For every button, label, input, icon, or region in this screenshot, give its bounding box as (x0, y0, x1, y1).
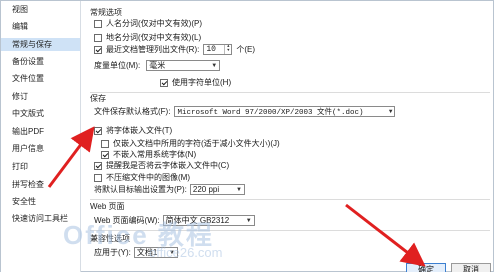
embed-only-used-label: 仅嵌入文档中所用的字符(适于减小文件大小)(J) (113, 139, 280, 148)
option-recent-files[interactable]: 最近文档管理列出文件(R): 10 ▲ ▼ 个(E) (94, 44, 255, 55)
option-use-char-unit[interactable]: 使用字符单位(H) (160, 77, 231, 88)
no-compress-label: 不压缩文件中的图像(M) (106, 173, 190, 182)
use-char-unit-label: 使用字符单位(H) (172, 78, 232, 87)
target-output-label: 将默认目标输出设置为(P): (94, 185, 187, 194)
no-compress-checkbox[interactable] (94, 173, 102, 182)
dropdown-arrow-icon: ▼ (211, 62, 218, 69)
divider (90, 199, 490, 200)
default-format-label: 文件保存默认格式(F): (94, 107, 171, 116)
section-title-general: 常规选项 (90, 8, 122, 17)
measure-unit-select[interactable]: 毫米 ▼ (146, 60, 221, 71)
person-name-checkbox[interactable] (94, 19, 102, 28)
dropdown-arrow-icon: ▼ (388, 108, 393, 115)
measure-unit-row: 度量单位(M): 毫米 ▼ (94, 60, 221, 71)
sidebar-item-export-pdf[interactable]: 输出PDF (1, 125, 80, 138)
person-name-label: 人名分词(仅对中文有效)(P) (106, 19, 202, 28)
no-common-fonts-checkbox[interactable] (101, 150, 109, 159)
default-format-value: Microsoft Word 97/2000/XP/2003 文件(*.doc) (177, 109, 364, 117)
no-common-fonts-label: 不嵌入常用系统字体(N) (113, 150, 197, 159)
cloud-fonts-label: 提醒我是否将云字体嵌入文件中(C) (106, 161, 230, 170)
default-format-select[interactable]: Microsoft Word 97/2000/XP/2003 文件(*.doc)… (174, 106, 396, 117)
measure-unit-value: 毫米 (149, 61, 166, 70)
sidebar-item-revision[interactable]: 修订 (1, 90, 80, 103)
dropdown-arrow-icon: ▼ (245, 217, 252, 224)
recent-files-suffix: 个(E) (236, 45, 255, 54)
cloud-fonts-checkbox[interactable] (94, 161, 102, 170)
recent-files-stepper[interactable]: 10 ▲ ▼ (203, 44, 233, 55)
sidebar-item-security[interactable]: 安全性 (1, 195, 80, 208)
embed-fonts-checkbox[interactable] (94, 126, 102, 135)
use-char-unit-checkbox[interactable] (160, 78, 168, 87)
option-embed-fonts[interactable]: 将字体嵌入文件(T) (94, 125, 172, 136)
sidebar-item-general-save[interactable]: 常规与保存 (1, 38, 80, 51)
dropdown-arrow-icon: ▼ (235, 186, 242, 193)
divider (90, 92, 490, 93)
spin-down-icon[interactable]: ▼ (225, 49, 231, 53)
option-embed-only-used[interactable]: 仅嵌入文档中所用的字符(适于减小文件大小)(J) (101, 138, 280, 149)
sidebar-item-view[interactable]: 视图 (1, 3, 80, 16)
option-cloud-fonts[interactable]: 提醒我是否将云字体嵌入文件中(C) (94, 160, 229, 171)
default-format-row: 文件保存默认格式(F): Microsoft Word 97/2000/XP/2… (94, 106, 396, 117)
place-name-label: 地名分词(仅对中文有效)(L) (106, 33, 202, 42)
ok-button[interactable]: 确定 (406, 263, 446, 272)
section-title-web: Web 页面 (90, 202, 125, 211)
options-dialog: 视图 编辑 常规与保存 备份设置 文件位置 修订 中文版式 输出PDF 用户信息… (0, 0, 494, 272)
target-output-row: 将默认目标输出设置为(P): 220 ppi ▼ (94, 184, 245, 195)
recent-files-checkbox[interactable] (94, 45, 102, 54)
option-no-common-fonts[interactable]: 不嵌入常用系统字体(N) (101, 149, 196, 160)
option-person-name[interactable]: 人名分词(仅对中文有效)(P) (94, 18, 202, 29)
option-no-compress[interactable]: 不压缩文件中的图像(M) (94, 172, 190, 183)
sidebar-item-spell-check[interactable]: 拼写检查 (1, 178, 80, 191)
target-output-select[interactable]: 220 ppi ▼ (189, 184, 245, 195)
section-title-save: 保存 (90, 94, 106, 103)
sidebar-item-user-info[interactable]: 用户信息 (1, 142, 80, 155)
sidebar-item-chinese-layout[interactable]: 中文版式 (1, 107, 80, 120)
measure-unit-label: 度量单位(M): (94, 61, 141, 70)
embed-fonts-label: 将字体嵌入文件(T) (106, 126, 173, 135)
sidebar-item-print[interactable]: 打印 (1, 160, 80, 173)
recent-files-label: 最近文档管理列出文件(R): (106, 45, 200, 54)
sidebar-item-file-location[interactable]: 文件位置 (1, 72, 80, 85)
watermark-url: office26.com (149, 245, 223, 260)
target-output-value: 220 ppi (192, 185, 220, 194)
cancel-button[interactable]: 取消 (451, 263, 491, 272)
sidebar-item-backup[interactable]: 备份设置 (1, 55, 80, 68)
embed-only-used-checkbox[interactable] (101, 139, 109, 148)
option-place-name[interactable]: 地名分词(仅对中文有效)(L) (94, 32, 201, 43)
place-name-checkbox[interactable] (94, 33, 102, 42)
sidebar-item-edit[interactable]: 编辑 (1, 20, 80, 33)
recent-files-value: 10 (206, 45, 216, 54)
